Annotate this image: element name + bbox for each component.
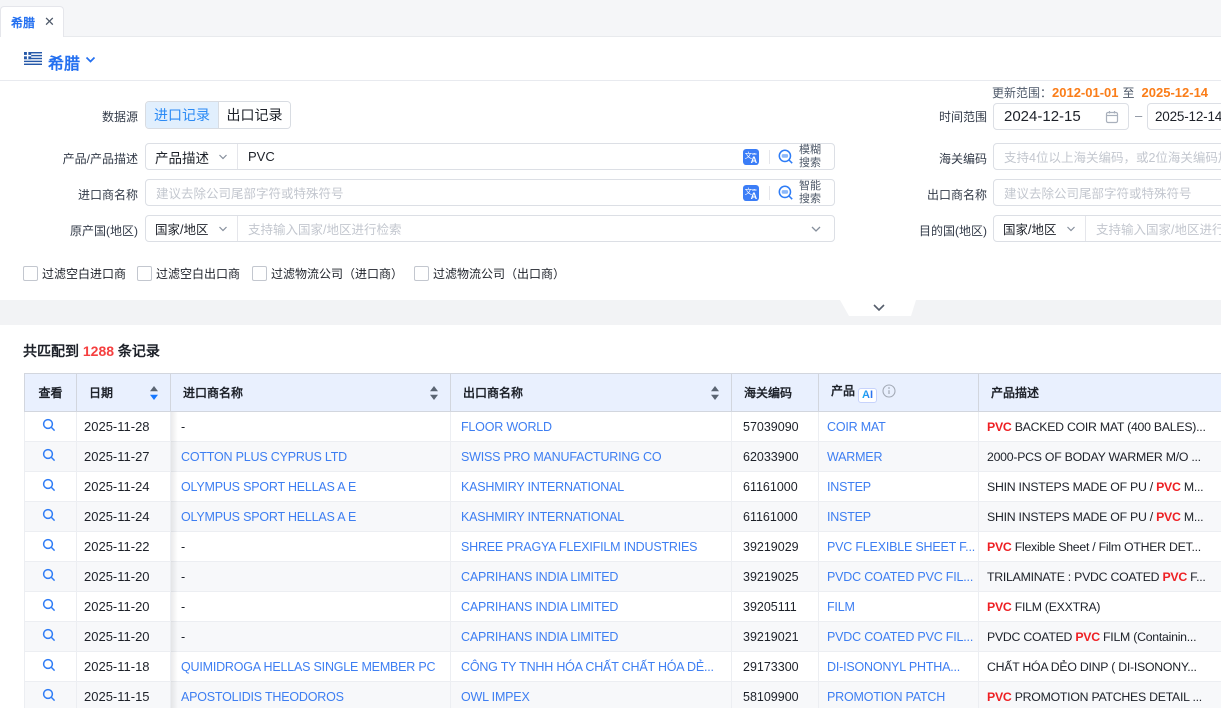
svg-text:A: A	[751, 191, 758, 201]
svg-text:A: A	[751, 155, 758, 165]
